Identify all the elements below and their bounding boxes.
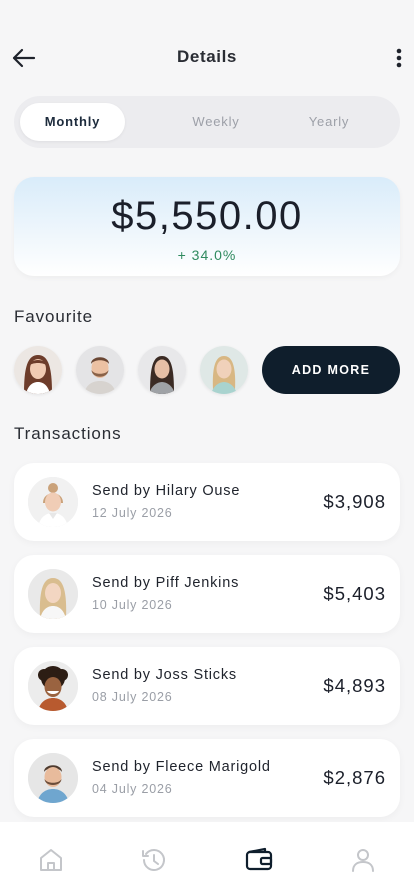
tab-yearly[interactable]: Yearly (284, 103, 374, 141)
add-more-button[interactable]: ADD MORE (262, 346, 400, 394)
favourite-avatar-3[interactable] (138, 346, 186, 394)
home-icon[interactable] (37, 846, 65, 874)
transaction-row[interactable]: Send by Piff Jenkins 10 July 2026 $5,403 (14, 555, 400, 633)
transaction-amount: $4,893 (323, 675, 386, 696)
balance-card: $5,550.00 + 34.0% (14, 177, 400, 276)
more-vertical-icon[interactable] (392, 44, 406, 72)
transaction-date: 10 July 2026 (92, 598, 173, 612)
bottom-tab-bar (0, 822, 414, 896)
transaction-row[interactable]: Send by Fleece Marigold 04 July 2026 $2,… (14, 739, 400, 817)
avatar-woman-blonde-long (28, 569, 78, 619)
transaction-amount: $3,908 (323, 491, 386, 512)
avatar-woman-long-brown-hair (14, 346, 62, 394)
avatar (28, 661, 78, 711)
avatar-woman-bun (28, 477, 78, 527)
tab-weekly[interactable]: Weekly (171, 103, 261, 141)
transaction-date: 08 July 2026 (92, 690, 173, 704)
transaction-name: Send by Piff Jenkins (92, 575, 240, 591)
avatar-man-beard-blue-shirt (28, 753, 78, 803)
transaction-name: Send by Hilary Ouse (92, 483, 241, 499)
tab-monthly[interactable]: Monthly (20, 103, 125, 141)
transaction-row[interactable]: Send by Hilary Ouse 12 July 2026 $3,908 (14, 463, 400, 541)
period-selector: Monthly Weekly Yearly (14, 96, 400, 148)
transactions-title: Transactions (14, 424, 122, 443)
favourite-avatar-4[interactable] (200, 346, 248, 394)
avatar-man-curly-hair (28, 661, 78, 711)
avatar (28, 753, 78, 803)
balance-amount: $5,550.00 (111, 194, 303, 238)
favourite-avatar-1[interactable] (14, 346, 62, 394)
balance-change: + 34.0% (177, 247, 237, 263)
transaction-name: Send by Joss Sticks (92, 667, 237, 683)
wallet-icon[interactable] (245, 846, 273, 874)
page-title: Details (177, 47, 237, 66)
avatar-woman-dark-hair (138, 346, 186, 394)
transaction-row[interactable]: Send by Joss Sticks 08 July 2026 $4,893 (14, 647, 400, 725)
avatar (28, 569, 78, 619)
avatar-man-beard (76, 346, 124, 394)
profile-icon[interactable] (349, 846, 377, 874)
transaction-date: 04 July 2026 (92, 782, 173, 796)
transaction-date: 12 July 2026 (92, 506, 173, 520)
transaction-name: Send by Fleece Marigold (92, 759, 271, 775)
avatar (28, 477, 78, 527)
app-header: Details (0, 0, 414, 100)
transaction-amount: $2,876 (323, 767, 386, 788)
transaction-amount: $5,403 (323, 583, 386, 604)
avatar-woman-blonde (200, 346, 248, 394)
favourite-avatar-2[interactable] (76, 346, 124, 394)
favourite-title: Favourite (14, 307, 93, 326)
history-icon[interactable] (140, 846, 168, 874)
